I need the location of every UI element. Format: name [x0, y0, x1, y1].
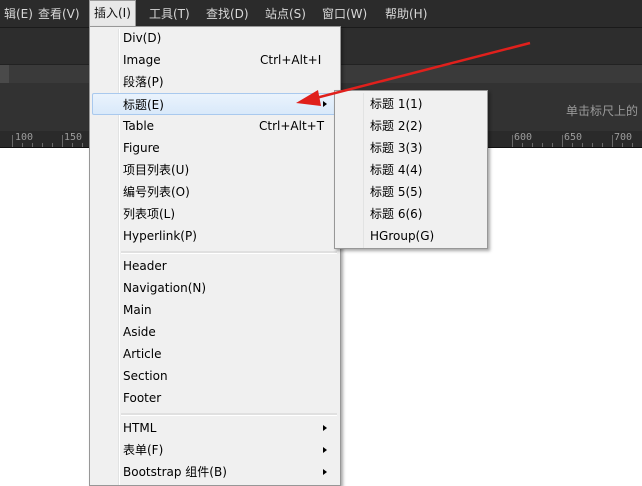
annotation-arrow-shaft	[311, 41, 531, 101]
annotation-arrow-head	[296, 90, 321, 106]
annotation-arrow-icon	[296, 41, 531, 106]
